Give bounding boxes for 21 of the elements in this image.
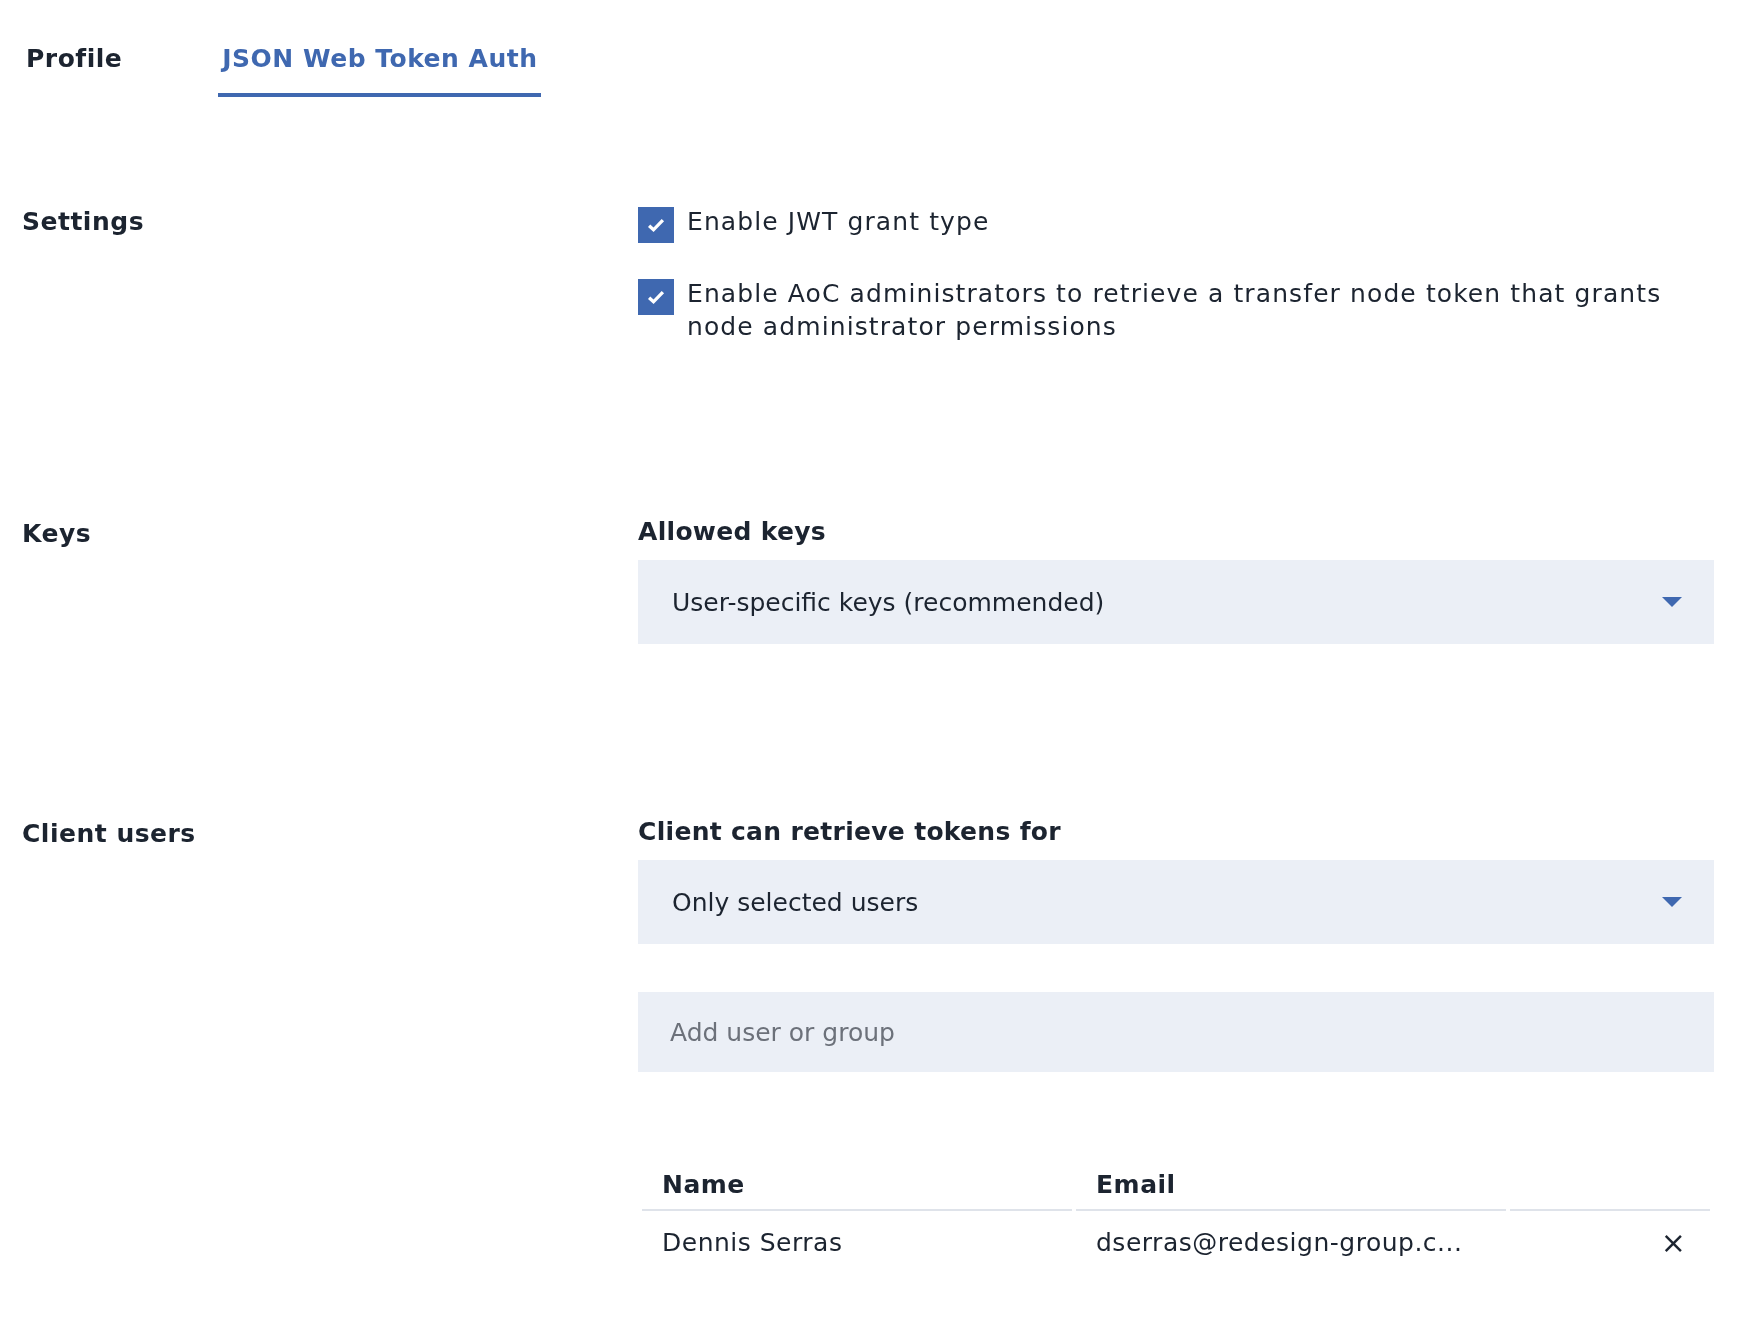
caret-icon [1662,897,1682,907]
dropdown[interactable]: Only selected users [638,860,1714,944]
checkbox-label: Enable AoC administrators to retrieve a transfer node token that grants node administrator permissions [687,278,1663,343]
checkbox-label: Enable JWT grant type [687,206,990,238]
checkbox[interactable] [638,279,674,315]
section-title: Client users [22,818,197,850]
section-title: Keys [22,518,93,550]
checkbox[interactable] [638,207,674,243]
remove-button[interactable]: × [1656,1225,1690,1260]
table-cell-text: Dennis Serras [661,1227,844,1259]
dropdown[interactable]: User-specific keys (recommended) [638,560,1714,644]
section-title: Settings [22,206,145,238]
column-header: Email [1076,1170,1506,1211]
tab[interactable]: JSON Web Token Auth [218,28,542,97]
column-header: Name [642,1170,1072,1211]
table-cell-text: dserras@redesign-group.c... [1095,1227,1464,1259]
field-label: Allowed keys [638,517,827,546]
field-label: Client can retrieve tokens for [638,817,1062,846]
input-field[interactable]: Add user or group [638,992,1714,1072]
caret-icon [1662,597,1682,607]
tab[interactable]: Profile [22,28,127,97]
